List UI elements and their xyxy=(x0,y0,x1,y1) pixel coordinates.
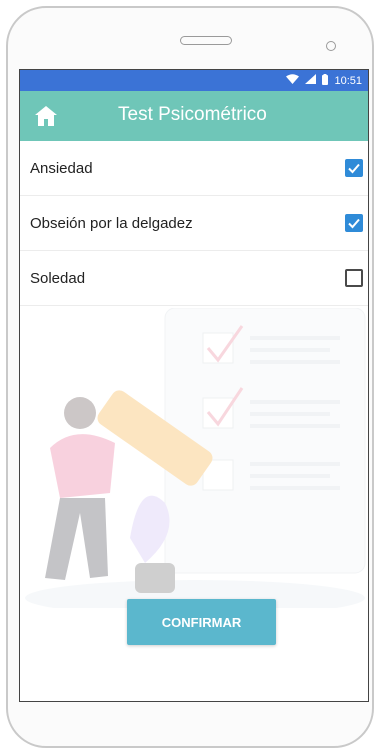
options-list: Ansiedad Obseión por la delgadez Soledad xyxy=(20,141,368,306)
option-row-ansiedad[interactable]: Ansiedad xyxy=(20,141,368,196)
home-icon[interactable] xyxy=(32,102,60,130)
option-row-soledad[interactable]: Soledad xyxy=(20,251,368,306)
checkbox-ansiedad[interactable] xyxy=(345,159,363,177)
option-label: Ansiedad xyxy=(30,159,93,177)
app-bar: Test Psicométrico xyxy=(20,91,368,141)
page-title: Test Psicométrico xyxy=(118,104,267,125)
app-screen: 10:51 Test Psicométrico Ansiedad Obseión… xyxy=(19,69,369,702)
option-label: Obseión por la delgadez xyxy=(30,214,193,232)
status-time: 10:51 xyxy=(334,74,362,87)
wifi-icon xyxy=(286,74,300,87)
confirm-button[interactable]: CONFIRMAR xyxy=(127,599,276,645)
checkbox-delgadez[interactable] xyxy=(345,214,363,232)
background-illustration xyxy=(20,307,368,616)
battery-icon xyxy=(322,73,329,88)
signal-icon xyxy=(305,74,317,87)
option-row-delgadez[interactable]: Obseión por la delgadez xyxy=(20,196,368,251)
camera-icon xyxy=(326,41,336,51)
status-bar: 10:51 xyxy=(20,70,368,91)
option-label: Soledad xyxy=(30,269,86,287)
checkbox-soledad[interactable] xyxy=(345,269,363,287)
speaker-grille xyxy=(180,36,232,45)
